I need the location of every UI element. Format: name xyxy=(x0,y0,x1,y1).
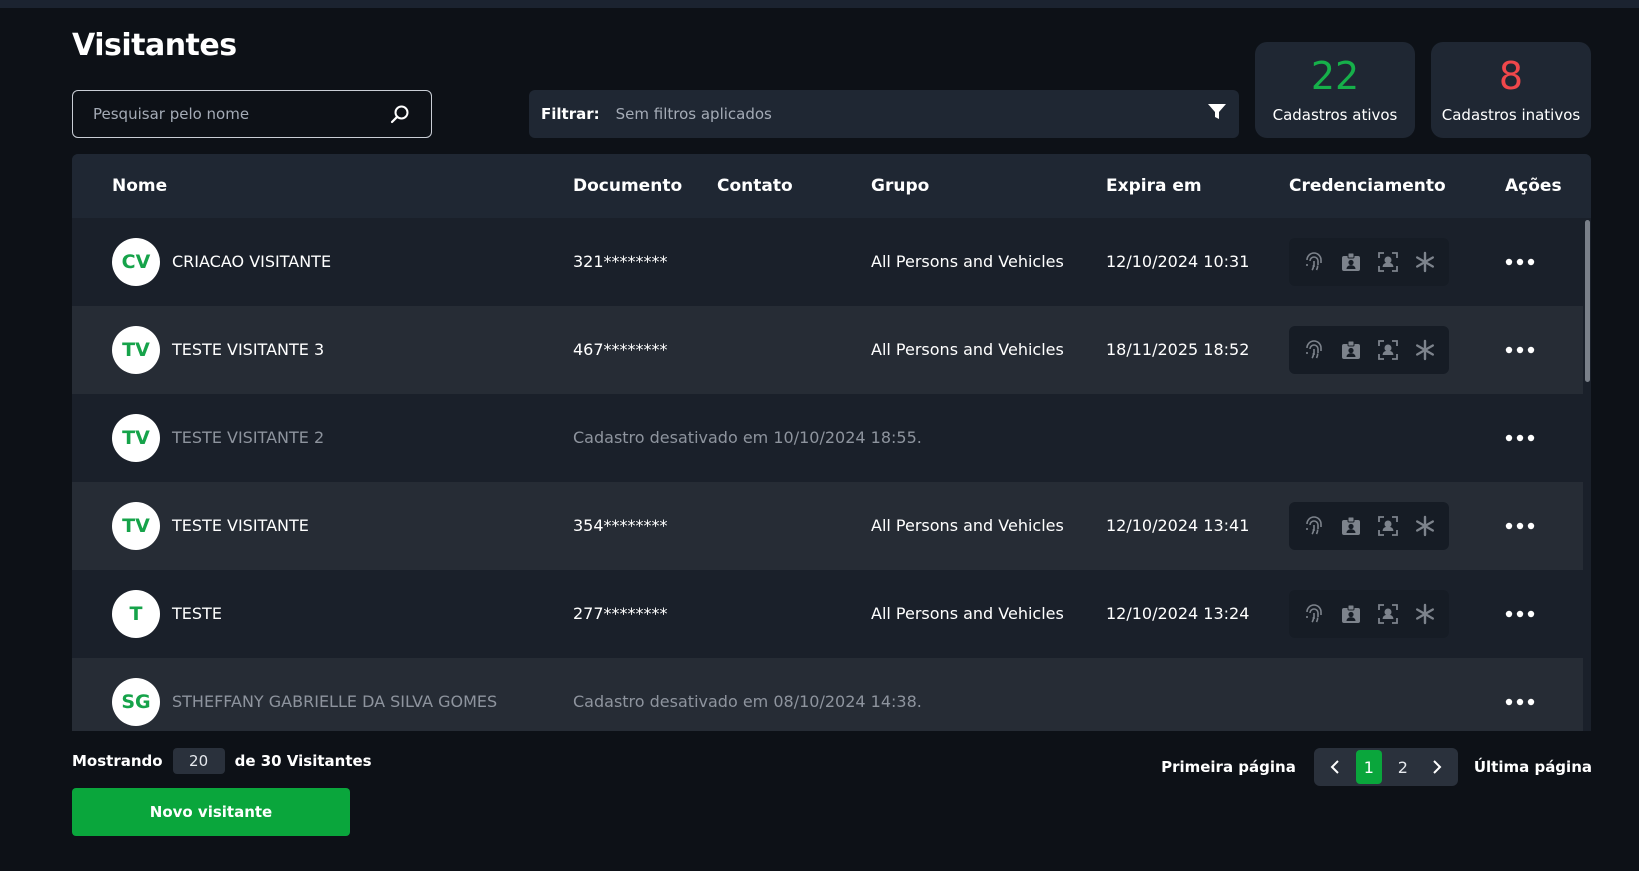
visitor-document: 467******** xyxy=(573,340,668,359)
id-card-icon[interactable] xyxy=(1337,336,1365,364)
visitor-document: 277******** xyxy=(573,604,668,623)
avatar: SG xyxy=(112,678,160,726)
search-input[interactable] xyxy=(93,105,389,123)
more-horizontal-icon[interactable] xyxy=(1500,248,1540,276)
face-scan-icon[interactable] xyxy=(1374,248,1402,276)
scrollbar-thumb[interactable] xyxy=(1585,220,1590,382)
visitor-name: TESTE VISITANTE 3 xyxy=(172,340,325,359)
credential-methods xyxy=(1289,502,1449,550)
visitor-group: All Persons and Vehicles xyxy=(871,604,1064,623)
visitor-expiry: 18/11/2025 18:52 xyxy=(1106,340,1250,359)
pagination: Primeira página 1 2 Última página xyxy=(1161,748,1592,786)
active-count-card: 22 Cadastros ativos xyxy=(1255,42,1415,138)
fingerprint-icon[interactable] xyxy=(1300,248,1328,276)
showing-suffix: de 30 Visitantes xyxy=(234,752,372,770)
fingerprint-icon[interactable] xyxy=(1300,336,1328,364)
id-card-icon[interactable] xyxy=(1337,248,1365,276)
credential-methods xyxy=(1289,238,1449,286)
visitor-group: All Persons and Vehicles xyxy=(871,516,1064,535)
visitor-group: All Persons and Vehicles xyxy=(871,340,1064,359)
table-row[interactable]: TV TESTE VISITANTE 2 Cadastro desativado e… xyxy=(72,394,1591,482)
asterisk-icon[interactable] xyxy=(1411,336,1439,364)
active-count-label: Cadastros ativos xyxy=(1272,106,1398,124)
page-size-select[interactable]: 20 xyxy=(172,748,225,774)
col-credenciamento: Credenciamento xyxy=(1289,176,1446,196)
table-header: Nome Documento Contato Grupo Expira em C… xyxy=(72,154,1591,218)
col-contato[interactable]: Contato xyxy=(717,176,793,196)
search-icon[interactable] xyxy=(389,103,411,125)
top-border xyxy=(0,0,1639,8)
col-nome[interactable]: Nome xyxy=(112,176,167,196)
more-horizontal-icon[interactable] xyxy=(1500,600,1540,628)
more-horizontal-icon[interactable] xyxy=(1500,336,1540,364)
asterisk-icon[interactable] xyxy=(1411,600,1439,628)
visitor-name: CRIACAO VISITANTE xyxy=(172,252,332,271)
filter-bar[interactable]: Filtrar: Sem filtros aplicados xyxy=(529,90,1239,138)
visitor-name: STHEFFANY GABRIELLE DA SILVA GOMES xyxy=(172,692,498,711)
face-scan-icon[interactable] xyxy=(1374,336,1402,364)
avatar: T xyxy=(112,590,160,638)
visitor-document: 354******** xyxy=(573,516,668,535)
visitor-expiry: 12/10/2024 13:24 xyxy=(1106,604,1250,623)
prev-page-button[interactable] xyxy=(1318,750,1352,784)
visitor-name: TESTE VISITANTE xyxy=(172,516,309,535)
fingerprint-icon[interactable] xyxy=(1300,512,1328,540)
table-row[interactable]: TV TESTE VISITANTE 3 467******** All Person… xyxy=(72,306,1591,394)
showing-prefix: Mostrando xyxy=(72,752,163,770)
deactivation-note: Cadastro desativado em 10/10/2024 18:55. xyxy=(573,428,922,447)
visitor-document: 321******** xyxy=(573,252,668,271)
table-row[interactable]: CV CRIACAO VISITANTE 321******** All Person… xyxy=(72,218,1591,306)
showing-info: Mostrando 20 de 30 Visitantes xyxy=(72,748,372,774)
visitor-group: All Persons and Vehicles xyxy=(871,252,1064,271)
id-card-icon[interactable] xyxy=(1337,512,1365,540)
asterisk-icon[interactable] xyxy=(1411,248,1439,276)
col-documento[interactable]: Documento xyxy=(573,176,682,196)
table-row[interactable]: T TESTE 277******** All Persons and Vehicle… xyxy=(72,570,1591,658)
first-page-link[interactable]: Primeira página xyxy=(1161,758,1296,776)
next-page-button[interactable] xyxy=(1420,750,1454,784)
table-row[interactable]: SG STHEFFANY GABRIELLE DA SILVA GOMES Cada… xyxy=(72,658,1591,731)
face-scan-icon[interactable] xyxy=(1374,600,1402,628)
inactive-count-label: Cadastros inativos xyxy=(1441,106,1581,124)
page-2-button[interactable]: 2 xyxy=(1386,750,1420,784)
last-page-link[interactable]: Última página xyxy=(1474,758,1592,776)
visitor-name: TESTE VISITANTE 2 xyxy=(172,428,325,447)
avatar: TV xyxy=(112,502,160,550)
id-card-icon[interactable] xyxy=(1337,600,1365,628)
table-row[interactable]: TV TESTE VISITANTE 354******** All Persons … xyxy=(72,482,1591,570)
credential-methods xyxy=(1289,326,1449,374)
funnel-icon[interactable] xyxy=(1207,103,1227,125)
search-box[interactable] xyxy=(72,90,432,138)
avatar: TV xyxy=(112,414,160,462)
visitor-expiry: 12/10/2024 13:41 xyxy=(1106,516,1250,535)
face-scan-icon[interactable] xyxy=(1374,512,1402,540)
avatar: TV xyxy=(112,326,160,374)
inactive-count: 8 xyxy=(1498,54,1524,98)
asterisk-icon[interactable] xyxy=(1411,512,1439,540)
visitor-expiry: 12/10/2024 10:31 xyxy=(1106,252,1250,271)
col-acoes: Ações xyxy=(1505,176,1562,196)
visitor-name: TESTE xyxy=(172,604,222,623)
more-horizontal-icon[interactable] xyxy=(1500,512,1540,540)
page-1-button[interactable]: 1 xyxy=(1355,750,1382,784)
avatar: CV xyxy=(112,238,160,286)
deactivation-note: Cadastro desativado em 08/10/2024 14:38. xyxy=(573,692,922,711)
page-buttons: 1 2 xyxy=(1313,748,1458,786)
visitors-table: Nome Documento Contato Grupo Expira em C… xyxy=(72,154,1591,731)
more-horizontal-icon[interactable] xyxy=(1500,688,1540,716)
col-expira[interactable]: Expira em xyxy=(1106,176,1202,196)
chevron-right-icon xyxy=(1433,760,1442,774)
filter-value[interactable]: Sem filtros aplicados xyxy=(616,105,1207,123)
filter-label: Filtrar: xyxy=(541,105,600,123)
new-visitor-button[interactable]: Novo visitante xyxy=(72,788,350,836)
inactive-count-card: 8 Cadastros inativos xyxy=(1431,42,1591,138)
col-grupo[interactable]: Grupo xyxy=(871,176,929,196)
more-horizontal-icon[interactable] xyxy=(1500,424,1540,452)
table-body: CV CRIACAO VISITANTE 321******** All Person… xyxy=(72,218,1591,731)
credential-methods xyxy=(1289,590,1449,638)
page-title: Visitantes xyxy=(72,28,237,63)
chevron-left-icon xyxy=(1330,760,1339,774)
fingerprint-icon[interactable] xyxy=(1300,600,1328,628)
active-count: 22 xyxy=(1310,54,1360,98)
